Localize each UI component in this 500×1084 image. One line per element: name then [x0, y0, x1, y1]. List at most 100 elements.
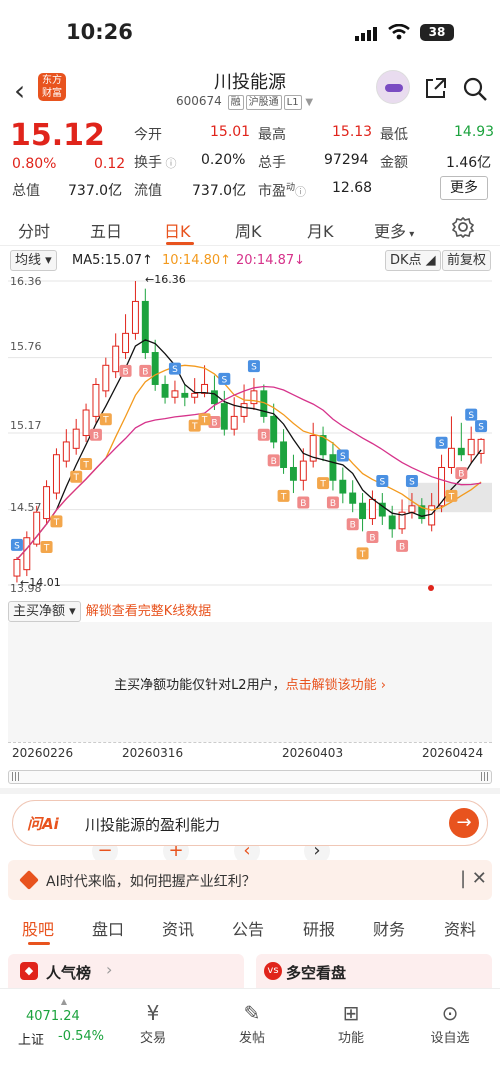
- candle-body: [467, 438, 475, 456]
- date-label: 20260403: [282, 746, 344, 760]
- tab-5day[interactable]: 五日: [90, 218, 122, 242]
- avatar[interactable]: [376, 70, 410, 104]
- candle-body: [220, 403, 228, 430]
- unlock-link[interactable]: 解锁查看完整K线数据: [86, 604, 212, 619]
- candle-body: [477, 438, 485, 454]
- amount-label: 金额: [380, 155, 408, 171]
- status-time: 10:26: [66, 20, 133, 44]
- trade-icon: ¥: [146, 1001, 160, 1025]
- tab-monthly-k[interactable]: 月K: [307, 218, 334, 242]
- close-icon[interactable]: | ✕: [460, 868, 487, 889]
- wifi-icon: [388, 23, 410, 44]
- versus-icon: vs: [264, 962, 282, 980]
- signal-label: B: [211, 419, 217, 429]
- dk-selector[interactable]: DK点 ◢: [385, 250, 441, 271]
- period-tabs: 分时 五日 日K 周K 月K 更多 ▾: [0, 206, 500, 246]
- tab-daily-k[interactable]: 日K: [164, 218, 191, 242]
- kline-svg: SSBB BBBBB BBBBBTTTTTTTTTTTSSS SSSSS: [8, 280, 492, 591]
- low-label: 最低: [380, 127, 408, 143]
- nav-functions[interactable]: ⊞ 功能: [321, 999, 381, 1046]
- tab-news[interactable]: 资讯: [162, 916, 194, 940]
- low-value: 14.93: [454, 124, 495, 140]
- open-value: 15.01: [210, 124, 251, 140]
- change-amt: 0.12: [94, 156, 126, 172]
- adjust-selector[interactable]: 前复权: [442, 250, 492, 271]
- info-icon[interactable]: ⓘ: [162, 157, 176, 170]
- max-price-label: ←16.36: [145, 273, 186, 286]
- ask-text: 川投能源的盈利能力: [85, 816, 221, 834]
- index-pct: -0.54%: [58, 1029, 104, 1044]
- status-bar: 10:26 38: [0, 0, 500, 64]
- popularity-icon: ◆: [20, 962, 38, 980]
- candle-body: [289, 466, 297, 481]
- candle-body: [299, 460, 307, 481]
- netflow-header: 主买净额 ▾ 解锁查看完整K线数据: [8, 600, 211, 622]
- share-icon[interactable]: [424, 76, 448, 104]
- netflow-selector[interactable]: 主买净额 ▾: [8, 601, 81, 622]
- signal-label: B: [271, 457, 277, 467]
- more-button[interactable]: 更多: [440, 176, 488, 200]
- settings-icon[interactable]: [451, 216, 475, 242]
- signal-label: S: [468, 411, 474, 421]
- arrow-right-icon[interactable]: →: [449, 808, 479, 838]
- index-ticker[interactable]: ▲ 4071.24 上证 -0.54%: [14, 997, 114, 1048]
- candle-body: [72, 428, 80, 449]
- range-scrollbar[interactable]: ||| |||: [8, 770, 492, 784]
- ai-banner[interactable]: AI时代来临，如何把握产业红利？ | ✕: [8, 860, 492, 900]
- battery-icon: 38: [420, 24, 454, 41]
- tab-notice[interactable]: 公告: [232, 916, 264, 940]
- candle-body: [428, 505, 436, 526]
- tab-profile[interactable]: 资料: [444, 916, 476, 940]
- candle-body: [191, 392, 199, 398]
- candle-body: [240, 403, 248, 417]
- signal-label: T: [319, 480, 326, 490]
- turnover-value: 0.20%: [201, 152, 246, 168]
- candle-body: [112, 345, 120, 373]
- search-icon[interactable]: [462, 76, 488, 106]
- signal-label: B: [122, 367, 128, 377]
- amount-value: 1.46亿: [446, 155, 492, 171]
- candle-body: [62, 441, 70, 462]
- tab-finance[interactable]: 财务: [373, 916, 405, 940]
- tab-guba[interactable]: 股吧: [22, 916, 54, 940]
- y-tick-label: 15.17: [10, 419, 42, 432]
- candle-body: [349, 492, 357, 504]
- candle-body: [171, 390, 179, 398]
- mktcap-label: 总值: [12, 183, 40, 199]
- tab-intraday[interactable]: 分时: [18, 218, 50, 242]
- date-label: 20260226: [12, 746, 74, 760]
- tab-research[interactable]: 研报: [303, 916, 335, 940]
- dropdown-icon[interactable]: ▼: [305, 97, 313, 108]
- last-price: 15.12: [10, 118, 105, 153]
- tab-weekly-k[interactable]: 周K: [235, 218, 262, 242]
- open-label: 今开: [134, 127, 162, 143]
- ai-banner-text: AI时代来临，如何把握产业红利？: [46, 874, 256, 890]
- volume-value: 97294: [324, 152, 369, 168]
- candle-body: [122, 332, 130, 354]
- tab-pankou[interactable]: 盘口: [92, 916, 124, 940]
- tab-more[interactable]: 更多 ▾: [374, 218, 414, 242]
- float-label: 流值: [134, 183, 162, 199]
- grid-icon: ⊞: [342, 1001, 360, 1025]
- ask-ai-bar[interactable]: 问Ai 川投能源的盈利能力 →: [12, 800, 488, 846]
- turnover-label: 换手 ⓘ: [134, 155, 177, 171]
- ma5-line: [16, 339, 482, 560]
- unlock-cta[interactable]: 点击解锁该功能 ›: [286, 678, 386, 693]
- y-tick-label: 15.76: [10, 340, 42, 353]
- candle-body: [43, 486, 51, 520]
- nav-post[interactable]: ✎ 发帖: [222, 999, 282, 1046]
- candle-body: [339, 479, 347, 494]
- mktcap-value: 737.0亿: [68, 183, 123, 199]
- candle-body: [52, 454, 60, 494]
- ma-selector[interactable]: 均线 ▾: [10, 250, 57, 271]
- tag-margin: 融: [227, 95, 244, 110]
- feature-cards: ◆ 人气榜 › vs 多空看盘: [0, 950, 500, 994]
- signal-label: B: [458, 470, 464, 480]
- nav-trade[interactable]: ¥ 交易: [123, 999, 183, 1046]
- bottom-nav: ▲ 4071.24 上证 -0.54% ¥ 交易 ✎ 发帖 ⊞ 功能 ⊙ 设自选: [0, 988, 500, 1084]
- signal-label: S: [379, 478, 385, 488]
- min-price-label: ←14.01: [20, 576, 61, 589]
- kline-chart[interactable]: SSBBBBBBBBBBBBTTTTTTTTTTTSSSSSSSS 16.36 …: [8, 273, 492, 864]
- signal-label: T: [102, 416, 109, 426]
- nav-watchlist[interactable]: ⊙ 设自选: [420, 999, 480, 1046]
